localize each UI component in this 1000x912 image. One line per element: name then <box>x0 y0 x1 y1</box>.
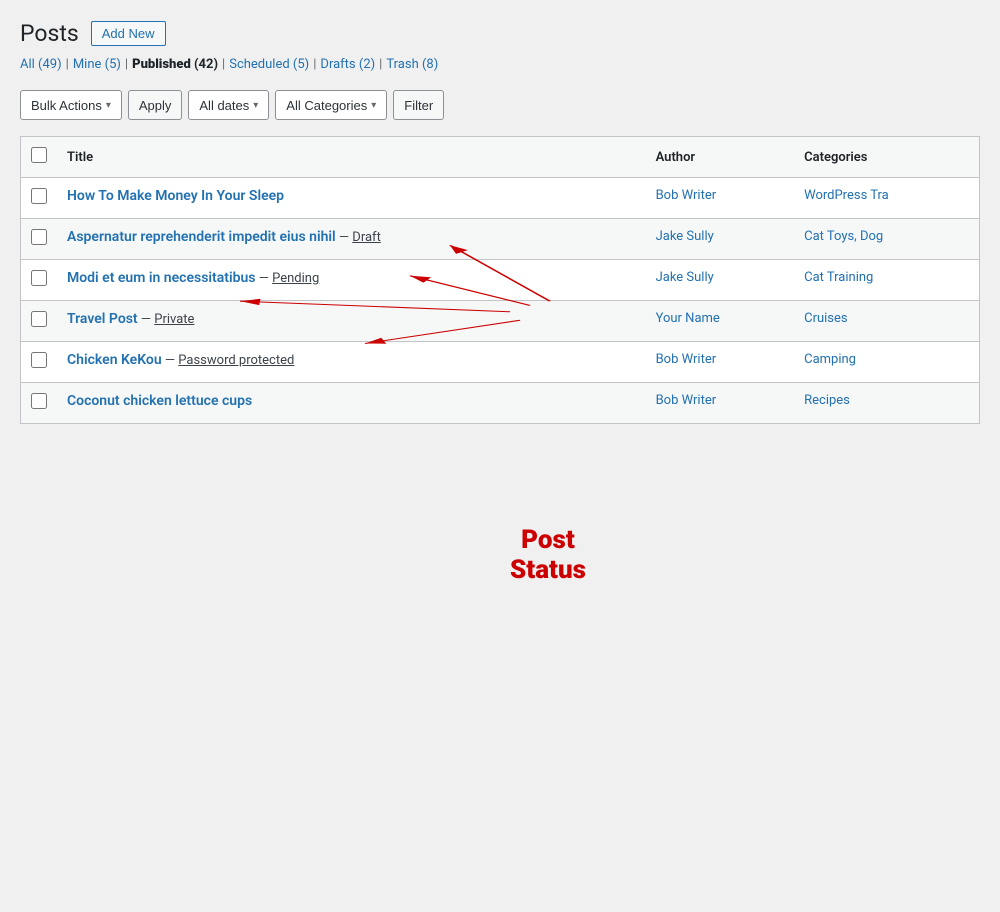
table-row: Aspernatur reprehenderit impedit eius ni… <box>21 219 980 260</box>
table-row: Chicken KeKou — Password protected Bob W… <box>21 342 980 383</box>
post-status-badge: Private <box>154 312 194 327</box>
post-status-badge: Pending <box>272 271 319 286</box>
post-title-link[interactable]: Aspernatur reprehenderit impedit eius ni… <box>67 229 336 245</box>
category-link[interactable]: Cat Training <box>804 270 873 285</box>
post-category-cell: Cat Toys, Dog <box>794 219 979 260</box>
post-author-cell: Jake Sully <box>646 260 795 301</box>
post-category-cell: Recipes <box>794 383 979 424</box>
row-checkbox[interactable] <box>31 393 47 409</box>
post-title-link[interactable]: How To Make Money In Your Sleep <box>67 188 284 204</box>
table-row: Modi et eum in necessitatibus — Pending … <box>21 260 980 301</box>
author-link[interactable]: Jake Sully <box>656 229 714 244</box>
dates-dropdown[interactable]: All dates ▾ <box>188 90 269 120</box>
post-title-cell: Travel Post — Private <box>57 301 646 342</box>
row-checkbox-cell <box>21 383 58 424</box>
row-checkbox[interactable] <box>31 270 47 286</box>
table-row: How To Make Money In Your Sleep Bob Writ… <box>21 178 980 219</box>
author-link[interactable]: Bob Writer <box>656 352 717 367</box>
filter-button[interactable]: Filter <box>393 90 444 120</box>
post-author-cell: Bob Writer <box>646 383 795 424</box>
post-title-cell: Coconut chicken lettuce cups <box>57 383 646 424</box>
add-new-button[interactable]: Add New <box>91 21 166 46</box>
select-all-checkbox[interactable] <box>31 147 47 163</box>
row-checkbox[interactable] <box>31 229 47 245</box>
post-category-cell: Camping <box>794 342 979 383</box>
post-status-badge: Draft <box>352 230 381 245</box>
post-author-cell: Bob Writer <box>646 342 795 383</box>
category-link[interactable]: Cat Toys, Dog <box>804 229 883 244</box>
row-checkbox[interactable] <box>31 188 47 204</box>
status-filter-nav: All (49) | Mine (5) | Published (42) | S… <box>20 57 980 72</box>
post-category-cell: Cat Training <box>794 260 979 301</box>
row-checkbox-cell <box>21 301 58 342</box>
post-author-cell: Bob Writer <box>646 178 795 219</box>
author-column-header: Author <box>646 137 795 178</box>
categories-column-header: Categories <box>794 137 979 178</box>
filter-scheduled[interactable]: Scheduled (5) <box>229 57 309 72</box>
author-link[interactable]: Bob Writer <box>656 393 717 408</box>
categories-chevron-icon: ▾ <box>371 100 376 111</box>
category-link[interactable]: Recipes <box>804 393 850 408</box>
bulk-actions-chevron-icon: ▾ <box>106 100 111 111</box>
filter-published-active: Published (42) <box>132 57 218 72</box>
post-title-cell: Chicken KeKou — Password protected <box>57 342 646 383</box>
row-checkbox-cell <box>21 260 58 301</box>
post-category-cell: Cruises <box>794 301 979 342</box>
select-all-column <box>21 137 58 178</box>
page-title: Posts <box>20 20 79 47</box>
dates-chevron-icon: ▾ <box>253 100 258 111</box>
posts-table-wrapper: Title Author Categories How To Make Mone… <box>20 136 980 424</box>
filter-mine[interactable]: Mine (5) <box>73 57 121 72</box>
filter-drafts[interactable]: Drafts (2) <box>320 57 375 72</box>
author-link[interactable]: Your Name <box>656 311 720 326</box>
post-title-cell: Aspernatur reprehenderit impedit eius ni… <box>57 219 646 260</box>
post-title-link[interactable]: Modi et eum in necessitatibus <box>67 270 255 286</box>
apply-button[interactable]: Apply <box>128 90 183 120</box>
post-author-cell: Jake Sully <box>646 219 795 260</box>
post-category-cell: WordPress Tra <box>794 178 979 219</box>
posts-table: Title Author Categories How To Make Mone… <box>20 136 980 424</box>
table-row: Coconut chicken lettuce cups Bob Writer … <box>21 383 980 424</box>
category-link[interactable]: Cruises <box>804 311 848 326</box>
row-checkbox[interactable] <box>31 352 47 368</box>
filter-trash[interactable]: Trash (8) <box>386 57 438 72</box>
table-row: Travel Post — Private Your Name Cruises <box>21 301 980 342</box>
filter-all[interactable]: All (49) <box>20 57 62 72</box>
post-title-link[interactable]: Chicken KeKou <box>67 352 162 368</box>
title-column-header: Title <box>57 137 646 178</box>
row-checkbox-cell <box>21 178 58 219</box>
row-checkbox-cell <box>21 342 58 383</box>
post-title-link[interactable]: Travel Post <box>67 311 138 327</box>
author-link[interactable]: Bob Writer <box>656 188 717 203</box>
post-status-badge: Password protected <box>178 353 294 368</box>
post-title-cell: Modi et eum in necessitatibus — Pending <box>57 260 646 301</box>
author-link[interactable]: Jake Sully <box>656 270 714 285</box>
table-toolbar: Bulk Actions ▾ Apply All dates ▾ All Cat… <box>20 82 980 128</box>
post-title-cell: How To Make Money In Your Sleep <box>57 178 646 219</box>
row-checkbox[interactable] <box>31 311 47 327</box>
post-title-link[interactable]: Coconut chicken lettuce cups <box>67 393 252 409</box>
category-link[interactable]: Camping <box>804 352 856 367</box>
row-checkbox-cell <box>21 219 58 260</box>
bulk-actions-dropdown[interactable]: Bulk Actions ▾ <box>20 90 122 120</box>
category-link[interactable]: WordPress Tra <box>804 188 889 203</box>
categories-dropdown[interactable]: All Categories ▾ <box>275 90 387 120</box>
post-author-cell: Your Name <box>646 301 795 342</box>
annotation-post-status-label: Post Status <box>510 526 586 586</box>
